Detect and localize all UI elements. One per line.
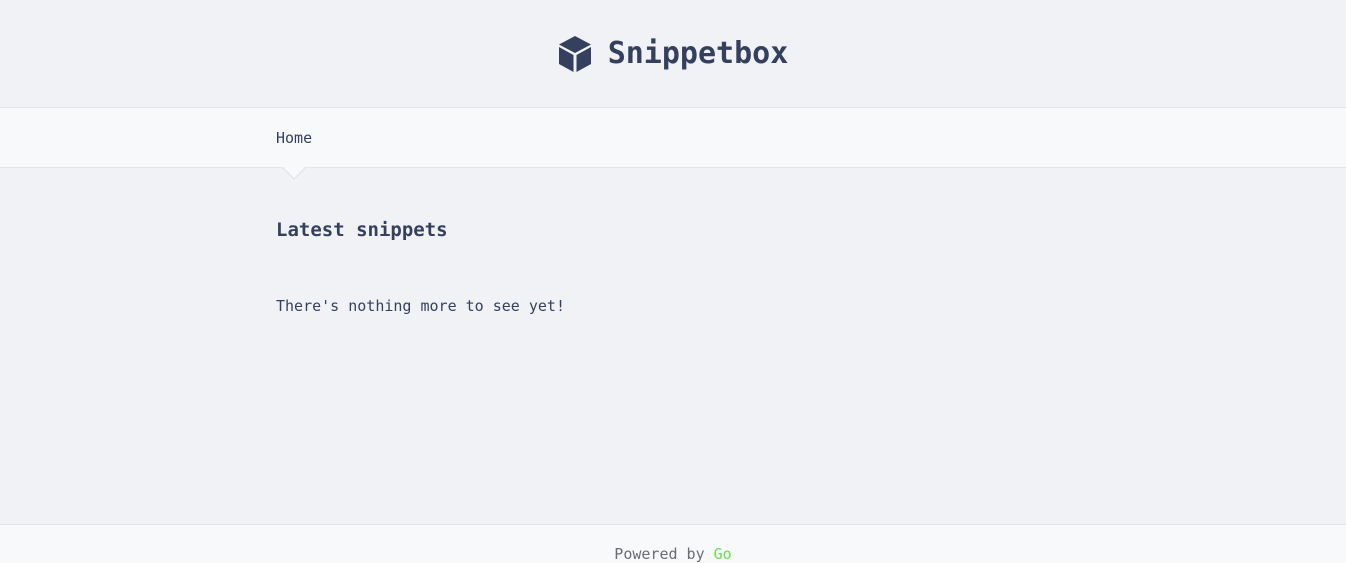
main-content: Latest snippets There's nothing more to … xyxy=(0,168,1346,524)
empty-state-message: There's nothing more to see yet! xyxy=(276,297,565,315)
page-heading: Latest snippets xyxy=(276,219,448,241)
go-link[interactable]: Go xyxy=(714,545,732,563)
nav-home-link[interactable]: Home xyxy=(276,129,312,147)
site-title: Snippetbox xyxy=(607,36,789,71)
site-header: Snippetbox xyxy=(0,0,1346,107)
site-footer: Powered by Go xyxy=(0,524,1346,563)
brand-home-link[interactable]: Snippetbox xyxy=(558,35,789,73)
powered-by-text: Powered by xyxy=(614,545,714,563)
main-nav: Home xyxy=(0,107,1346,180)
cube-icon xyxy=(558,35,592,73)
